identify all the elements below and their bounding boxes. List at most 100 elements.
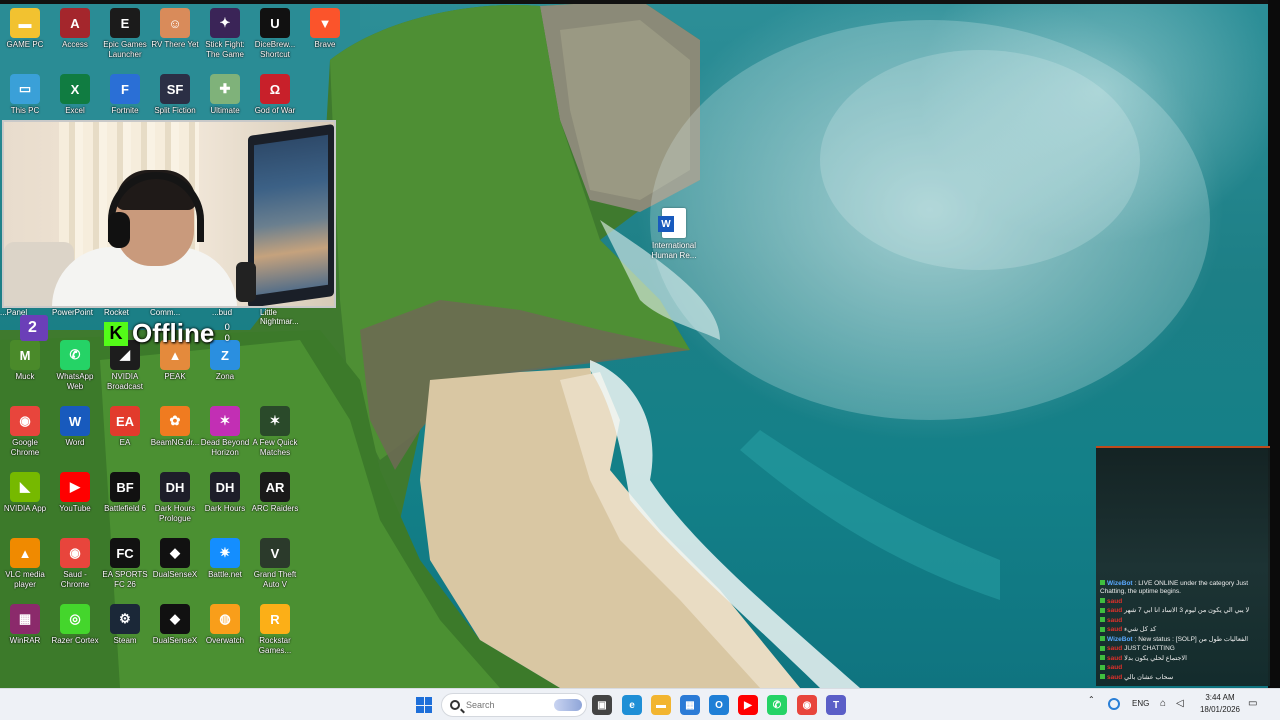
edge-icon[interactable]: e <box>622 695 642 715</box>
desktop-icon-dead-by[interactable]: ✶ Dead Beyond Horizon <box>200 406 250 458</box>
desktop-icon-arc-raiders[interactable]: AR ARC Raiders <box>250 472 300 514</box>
desktop-icon-dualsensex-2[interactable]: ◆ DualSenseX <box>150 604 200 646</box>
unreal-engine-icon: U <box>260 8 290 38</box>
desktop-icon-label: Grand Theft Auto V <box>253 570 297 589</box>
desktop-label[interactable]: Comm... <box>150 308 180 317</box>
chat-badge-icon <box>1100 664 1105 670</box>
desktop-icon-label: Zona <box>215 372 235 381</box>
desktop-icon-battlefield[interactable]: BF Battlefield 6 <box>100 472 150 514</box>
monitor-icon: ▭ <box>10 74 40 104</box>
desktop-icon-label: Steam <box>113 636 137 645</box>
start-button[interactable] <box>416 697 432 713</box>
wifi-icon[interactable]: ⌂ <box>1160 698 1166 709</box>
chat-username[interactable]: WizeBot <box>1107 636 1133 643</box>
chrome-icon[interactable]: ◉ <box>797 695 817 715</box>
chat-message: saud JUST CHATTING <box>1100 645 1266 654</box>
desktop-icon-vlc[interactable]: ▲ VLC media player <box>0 538 50 590</box>
desktop-icon-steam[interactable]: ⚙ Steam <box>100 604 150 646</box>
chat-message: WizeBot: New status : [SOLP] الفعاليات ط… <box>1100 636 1266 645</box>
chat-message: saud <box>1100 664 1266 673</box>
chat-username[interactable]: saud <box>1107 674 1122 681</box>
desktop-icon-rv-there-yet[interactable]: ☺ RV There Yet <box>150 8 200 50</box>
chat-username[interactable]: saud <box>1107 655 1122 662</box>
chat-badge-icon <box>1100 617 1105 623</box>
task-view-icon[interactable]: ▣ <box>592 695 612 715</box>
desktop-icon-access[interactable]: A Access <box>50 8 100 50</box>
desktop-icon-game-pc[interactable]: ▬ GAME PC <box>0 8 50 50</box>
chat-message: saud لا يبي الي يكون من ليوم 3 الاساد انا… <box>1100 607 1266 616</box>
outlook-icon[interactable]: O <box>709 695 729 715</box>
desktop-icon-muck[interactable]: M Muck <box>0 340 50 382</box>
desktop-icon-ultimate[interactable]: ✚ Ultimate <box>200 74 250 116</box>
nvidia-icon: ◣ <box>10 472 40 502</box>
desktop-icon-brave[interactable]: ▼ Brave <box>300 8 350 50</box>
desktop-icon-stick-fight[interactable]: ✦ Stick Fight: The Game <box>200 8 250 60</box>
gta-icon: V <box>260 538 290 568</box>
desktop-icon-label: Rockstar Games... <box>258 636 292 655</box>
desktop-icon-nvidia-app[interactable]: ◣ NVIDIA App <box>0 472 50 514</box>
desktop-icon-split-fiction[interactable]: SF Split Fiction <box>150 74 200 116</box>
chat-username[interactable]: saud <box>1107 617 1122 624</box>
notification-icon[interactable]: ▭ <box>1248 698 1257 709</box>
desktop-icon-this-pc[interactable]: ▭ This PC <box>0 74 50 116</box>
sync-icon[interactable] <box>1108 698 1120 710</box>
search-input[interactable] <box>466 698 556 712</box>
overwatch-icon: ◍ <box>210 604 240 634</box>
desktop-icon-god-of-war[interactable]: Ω God of War <box>250 74 300 116</box>
volume-icon[interactable]: ◁ <box>1176 698 1184 709</box>
chat-username[interactable]: saud <box>1107 598 1122 605</box>
chat-username[interactable]: saud <box>1107 626 1122 633</box>
teams-icon[interactable]: T <box>826 695 846 715</box>
chat-message: WizeBot: LIVE ONLINE under the category … <box>1100 580 1266 597</box>
desktop-label[interactable]: PowerPoint <box>52 308 93 317</box>
search-highlight-icon <box>554 699 582 711</box>
dark-hours-icon: DH <box>210 472 240 502</box>
desktop-icon-rockstar[interactable]: R Rockstar Games... <box>250 604 300 656</box>
youtube-icon[interactable]: ▶ <box>738 695 758 715</box>
desktop-icon-label: VLC media player <box>5 570 45 589</box>
desktop-icon-word[interactable]: W Word <box>50 406 100 448</box>
file-explorer-icon[interactable]: ▬ <box>651 695 671 715</box>
desktop-icon-unreal[interactable]: U DiceBrew... Shortcut <box>250 8 300 60</box>
chat-username[interactable]: saud <box>1107 664 1122 671</box>
chat-username[interactable]: WizeBot <box>1107 580 1133 587</box>
desktop-icon-chrome[interactable]: ◉ Google Chrome <box>0 406 50 458</box>
desktop-icon-battle-net[interactable]: ✷ Battle.net <box>200 538 250 580</box>
webcam-monitor <box>248 123 334 306</box>
desktop-icon-razer[interactable]: ◎ Razer Cortex <box>50 604 100 646</box>
chat-badge-icon <box>1100 645 1105 651</box>
desktop-icon-ea[interactable]: EA EA <box>100 406 150 448</box>
desktop-icon-chrome-2[interactable]: ◉ Saud - Chrome <box>50 538 100 590</box>
desktop-word-document[interactable]: W International Human Re... <box>648 208 700 261</box>
desktop-icon-excel[interactable]: X Excel <box>50 74 100 116</box>
whatsapp-icon[interactable]: ✆ <box>767 695 787 715</box>
desktop-label[interactable]: Little Nightmar... <box>260 308 300 326</box>
chat-username[interactable]: saud <box>1107 607 1122 614</box>
split-fiction-icon: SF <box>160 74 190 104</box>
language-indicator[interactable]: ENG <box>1132 699 1149 708</box>
desktop-icon-fc26[interactable]: FC EA SPORTS FC 26 <box>100 538 150 590</box>
ea-icon: EA <box>110 406 140 436</box>
desktop-icon-winrar[interactable]: ▦ WinRAR <box>0 604 50 646</box>
desktop-icon-dualsensex[interactable]: ◆ DualSenseX <box>150 538 200 580</box>
microsoft-store-icon[interactable]: ▦ <box>680 695 700 715</box>
desktop-label[interactable]: Rocket <box>104 308 129 317</box>
desktop-icon-epic[interactable]: E Epic Games Launcher <box>100 8 150 60</box>
desktop-label[interactable]: ...bud <box>212 308 232 317</box>
desktop-icon-fortnite[interactable]: F Fortnite <box>100 74 150 116</box>
desktop-icon-whatsapp[interactable]: ✆ WhatsApp Web <box>50 340 100 392</box>
desktop-icon-gta[interactable]: V Grand Theft Auto V <box>250 538 300 590</box>
desktop-icon-dark-hours-2[interactable]: DH Dark Hours <box>200 472 250 514</box>
chat-username[interactable]: saud <box>1107 645 1122 652</box>
desktop-icon-dark-hours-1[interactable]: DH Dark Hours Prologue <box>150 472 200 524</box>
desktop-icon-beamng[interactable]: ✿ BeamNG.dr... <box>150 406 200 448</box>
desktop-icon-overwatch[interactable]: ◍ Overwatch <box>200 604 250 646</box>
desktop-icon-youtube[interactable]: ▶ YouTube <box>50 472 100 514</box>
desktop-icon-label: PEAK <box>164 372 186 381</box>
taskbar-search[interactable] <box>441 693 587 717</box>
chevron-up-icon[interactable]: ⌃ <box>1088 695 1095 704</box>
desktop-icon-label: Split Fiction <box>154 106 196 115</box>
desktop-icon-quick-matches[interactable]: ✶ A Few Quick Matches <box>250 406 300 458</box>
system-clock[interactable]: 3:44 AM 18/01/2026 <box>1196 692 1244 716</box>
chat-badge-icon <box>1100 607 1105 613</box>
